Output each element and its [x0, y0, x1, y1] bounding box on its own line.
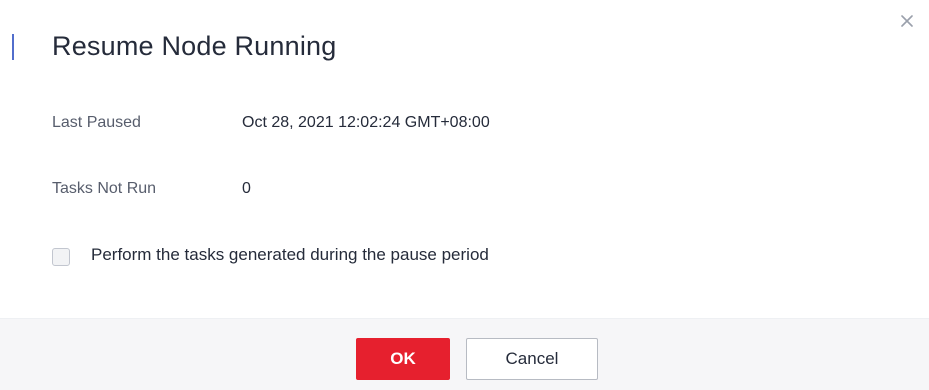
dialog-footer: OK Cancel: [0, 318, 929, 390]
last-paused-value: Oct 28, 2021 12:02:24 GMT+08:00: [242, 114, 490, 131]
close-button[interactable]: [896, 12, 918, 34]
accent-bar: [12, 34, 14, 60]
close-icon: [901, 14, 913, 32]
pause-period-tasks-checkbox[interactable]: [52, 248, 70, 266]
ok-button[interactable]: OK: [356, 338, 450, 380]
pause-period-tasks-option[interactable]: Perform the tasks generated during the p…: [52, 243, 489, 267]
cancel-button[interactable]: Cancel: [466, 338, 598, 380]
last-paused-label: Last Paused: [52, 114, 141, 131]
resume-node-dialog: Resume Node Running Last Paused Oct 28, …: [0, 0, 929, 390]
dialog-title: Resume Node Running: [52, 31, 337, 61]
pause-period-tasks-label[interactable]: Perform the tasks generated during the p…: [91, 245, 489, 265]
tasks-not-run-label: Tasks Not Run: [52, 180, 157, 197]
tasks-not-run-value: 0: [242, 180, 251, 197]
